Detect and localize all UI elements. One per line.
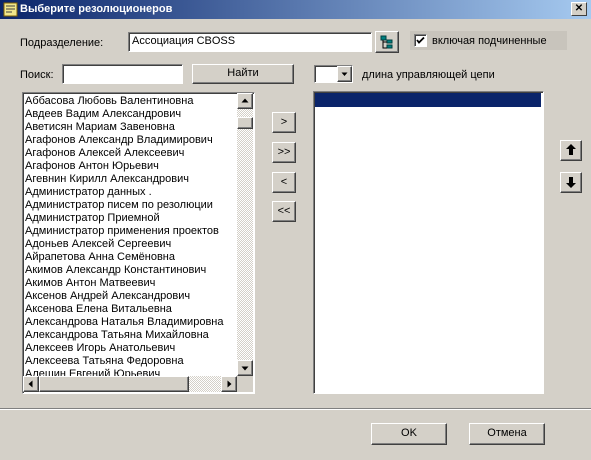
scroll-down-button[interactable] bbox=[237, 360, 253, 376]
list-item[interactable]: Александрова Наталья Владимировна bbox=[23, 316, 237, 329]
list-item[interactable]: Агафонов Алексей Алексеевич bbox=[23, 147, 237, 160]
selected-list[interactable] bbox=[313, 91, 544, 394]
ok-button[interactable]: OK bbox=[371, 423, 447, 445]
list-item[interactable]: Алексеев Игорь Анатольевич bbox=[23, 342, 237, 355]
footer-separator bbox=[0, 408, 591, 410]
list-item[interactable]: Авдеев Вадим Александрович bbox=[23, 108, 237, 121]
list-item[interactable]: Администратор применения проектов bbox=[23, 225, 237, 238]
horizontal-scroll-thumb[interactable] bbox=[39, 376, 189, 392]
arrow-right-icon bbox=[227, 380, 232, 388]
list-item[interactable]: Александрова Татьяна Михайловна bbox=[23, 329, 237, 342]
list-item[interactable]: Алексеева Татьяна Федоровна bbox=[23, 355, 237, 368]
department-field[interactable]: Ассоциация CBOSS bbox=[128, 32, 372, 52]
chevron-down-icon bbox=[341, 72, 348, 76]
department-value: Ассоциация CBOSS bbox=[132, 35, 236, 47]
arrow-down-icon bbox=[566, 177, 576, 188]
scroll-left-button[interactable] bbox=[23, 376, 39, 392]
chain-length-select[interactable] bbox=[314, 65, 353, 83]
available-list[interactable]: Аббасова Любовь Валентиновна Авдеев Вадим… bbox=[22, 92, 255, 394]
list-item[interactable]: Адоньев Алексей Сергеевич bbox=[23, 238, 237, 251]
department-label: Подразделение: bbox=[20, 37, 104, 49]
list-item[interactable]: Айрапетова Анна Семёновна bbox=[23, 251, 237, 264]
list-item[interactable]: Администратор писем по резолюции bbox=[23, 199, 237, 212]
list-item[interactable]: Аббасова Любовь Валентиновна bbox=[23, 95, 237, 108]
app-icon bbox=[3, 2, 18, 17]
list-item[interactable]: Акимов Антон Матвеевич bbox=[23, 277, 237, 290]
vertical-scrollbar[interactable] bbox=[237, 93, 253, 376]
list-item[interactable]: Администратор Приемной bbox=[23, 212, 237, 225]
ok-label: OK bbox=[401, 427, 417, 439]
list-item[interactable]: Акимов Александр Константинович bbox=[23, 264, 237, 277]
remove-selected-button[interactable]: < bbox=[272, 172, 296, 193]
arrow-down-icon bbox=[241, 366, 249, 371]
arrow-up-icon bbox=[241, 98, 249, 103]
remove-all-button[interactable]: << bbox=[272, 201, 296, 222]
list-item[interactable]: Агафонов Александр Владимирович bbox=[23, 134, 237, 147]
title-bar: Выберите резолюционеров ✕ bbox=[0, 0, 591, 19]
list-item[interactable]: Аветисян Мариам Завеновна bbox=[23, 121, 237, 134]
add-selected-button[interactable]: > bbox=[272, 112, 296, 133]
include-sub-label: включая подчиненные bbox=[432, 35, 547, 47]
tree-icon bbox=[380, 35, 393, 49]
chain-dropdown-button[interactable] bbox=[337, 66, 352, 82]
cancel-label: Отмена bbox=[487, 427, 527, 439]
cancel-button[interactable]: Отмена bbox=[469, 423, 545, 445]
tree-picker-button[interactable] bbox=[375, 31, 399, 53]
scroll-up-button[interactable] bbox=[237, 93, 253, 109]
vertical-scroll-thumb[interactable] bbox=[237, 117, 253, 129]
window-title: Выберите резолюционеров bbox=[20, 3, 173, 15]
scroll-right-button[interactable] bbox=[221, 376, 237, 392]
list-item[interactable]: Агафонов Антон Юрьевич bbox=[23, 160, 237, 173]
arrow-up-icon bbox=[566, 144, 576, 155]
list-item[interactable]: Администратор данных . bbox=[23, 186, 237, 199]
search-label: Поиск: bbox=[20, 69, 54, 81]
checkmark-icon bbox=[416, 36, 425, 44]
arrow-left-icon bbox=[28, 380, 33, 388]
move-down-button[interactable] bbox=[560, 172, 582, 193]
chain-length-label: длина управляющей цепи bbox=[362, 69, 495, 81]
selected-list-highlight-row[interactable] bbox=[315, 93, 541, 107]
list-item[interactable]: Аксенова Елена Витальевна bbox=[23, 303, 237, 316]
add-all-button[interactable]: >> bbox=[272, 142, 296, 163]
list-item[interactable]: Агевнин Кирилл Александрович bbox=[23, 173, 237, 186]
scrollbar-corner bbox=[237, 376, 253, 392]
available-list-items: Аббасова Любовь Валентиновна Авдеев Вадим… bbox=[23, 95, 237, 381]
include-sub-checkbox[interactable] bbox=[414, 34, 427, 47]
move-up-button[interactable] bbox=[560, 140, 582, 161]
close-button[interactable]: ✕ bbox=[571, 2, 587, 16]
search-input[interactable] bbox=[62, 64, 183, 84]
include-sub-panel: включая подчиненные bbox=[410, 31, 567, 50]
list-item[interactable]: Аксенов Андрей Александрович bbox=[23, 290, 237, 303]
find-button[interactable]: Найти bbox=[192, 64, 294, 84]
